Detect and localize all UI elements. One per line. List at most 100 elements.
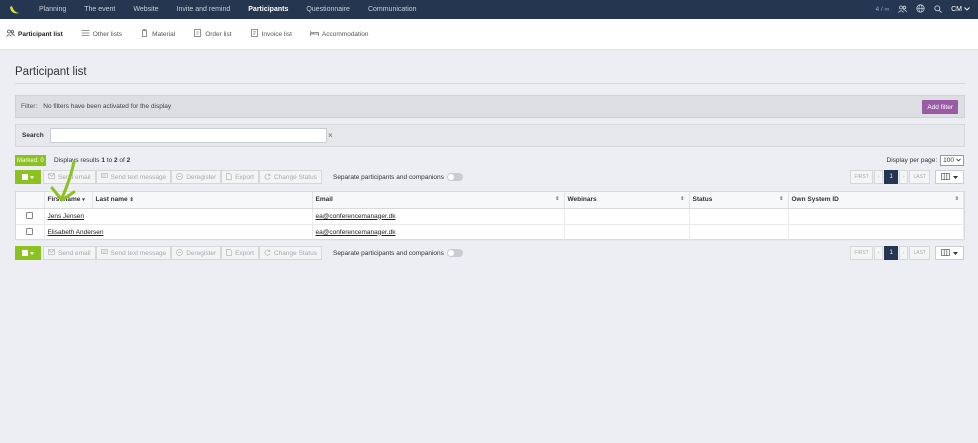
chevron-down-icon [964,6,970,13]
tab-invoice-list[interactable]: Invoice list [250,29,292,39]
per-page-control: Display per page: 100 [887,155,964,166]
export-label: Export [235,249,254,257]
column-chooser-button[interactable] [935,246,964,260]
nav-communication[interactable]: Communication [359,0,426,19]
select-all-dropdown[interactable] [15,246,41,260]
sort-icon: ⇕ [129,197,134,204]
table-row: Jens Jensen ea@conferencemanager.dk [16,208,964,225]
sort-icon: ⇕ [954,196,959,202]
search-label: Search [22,132,44,139]
per-page-label: Display per page: [886,157,938,164]
current-page[interactable]: 1 [884,246,898,260]
nav-invite-and-remind[interactable]: Invite and remind [168,0,240,19]
filter-status-text: No filters have been activated for the d… [43,103,172,110]
header-status[interactable]: Status ⇕ [689,192,789,209]
name-cell: Jens Jensen [44,208,313,225]
user-menu[interactable]: CM [951,6,970,13]
participant-name-link[interactable]: Elisabeth Andersen [48,229,104,236]
change-status-button[interactable]: Change Status [258,170,322,184]
tab-label: Other lists [92,30,123,38]
select-all-dropdown[interactable] [15,170,41,184]
send-email-button[interactable]: Send email [43,246,96,260]
clear-search-icon[interactable]: × [328,130,333,141]
filter-bar: Filter: No filters have been activated f… [15,95,965,118]
prev-page-button[interactable]: ‹ [873,246,884,260]
table-row: Elisabeth Andersen ea@conferencemanager.… [16,224,964,241]
message-icon [100,249,108,257]
user-initials: CM [951,6,962,13]
chevron-down-icon [956,157,961,164]
next-page-button[interactable]: › [898,246,909,260]
tab-other-lists[interactable]: Other lists [81,29,122,39]
header-label: Status [692,196,713,204]
export-button[interactable]: Export [221,170,259,184]
last-page-button[interactable]: LAST [909,246,930,260]
per-page-value: 100 [943,157,954,164]
deregister-button[interactable]: Deregister [171,246,222,260]
nav-questionnaire[interactable]: Questionnaire [297,0,359,19]
header-label: Last name [95,196,128,204]
header-email[interactable]: Email ⇕ [312,192,565,209]
nav-website[interactable]: Website [124,0,167,19]
results-of-word: of [117,157,127,164]
deregister-label: Deregister [186,249,217,257]
tab-participant-list[interactable]: Participant list [6,29,63,39]
deregister-button[interactable]: Deregister [171,170,222,184]
tab-label: Material [152,30,176,38]
header-label: Own System ID [791,196,839,204]
toggle-switch[interactable] [446,173,463,181]
sort-icon: ▾ [82,197,85,204]
bulk-actions-toolbar-bottom: Send email Send text message Deregister … [15,246,463,260]
bulk-actions-toolbar-top: Send email Send text message Deregister … [15,170,463,184]
header-own-system-id[interactable]: Own System ID ⇕ [788,192,964,209]
row-checkbox[interactable] [26,227,34,235]
nav-the-event[interactable]: The event [75,0,124,19]
status-cell [689,208,789,225]
send-text-message-button[interactable]: Send text message [95,246,172,260]
tab-accommodation[interactable]: Accommodation [310,29,369,39]
participant-email-link[interactable]: ea@conferencemanager.dk [316,229,396,236]
bed-icon [310,29,319,39]
status-cell [689,224,789,241]
prev-page-button[interactable]: ‹ [873,170,884,184]
pagination-top: FIRST ‹ 1 › LAST [850,170,964,184]
refresh-icon [264,249,271,258]
send-text-message-button[interactable]: Send text message [95,170,172,184]
add-filter-button[interactable]: Add filter [922,100,958,114]
toggle-switch[interactable] [446,249,463,257]
per-page-select[interactable]: 100 [940,155,964,166]
caret-down-icon [30,251,34,255]
invoice-icon [250,29,259,39]
next-page-button[interactable]: › [898,170,909,184]
header-webinars[interactable]: Webinars ⇕ [564,192,690,209]
separate-companions-toggle[interactable]: Separate participants and companions [333,173,463,181]
search-icon[interactable] [934,4,942,15]
export-button[interactable]: Export [221,246,259,260]
nav-participants[interactable]: Participants [239,0,297,19]
separate-companions-toggle[interactable]: Separate participants and companions [333,249,463,257]
participant-email-link[interactable]: ea@conferencemanager.dk [316,213,396,220]
message-icon [100,173,108,181]
current-page[interactable]: 1 [884,170,898,184]
row-checkbox[interactable] [26,211,34,219]
change-status-button[interactable]: Change Status [258,246,322,260]
search-input[interactable] [49,128,327,143]
tab-material[interactable]: Material [140,29,175,39]
first-page-button[interactable]: FIRST [850,170,873,184]
results-total: 2 [126,157,131,164]
name-cell: Elisabeth Andersen [44,224,313,241]
last-page-button[interactable]: LAST [909,170,930,184]
header-last-name[interactable]: Last name ⇕ [92,192,313,209]
first-page-button[interactable]: FIRST [850,246,873,260]
tab-label: Order list [205,30,232,38]
participant-name-link[interactable]: Jens Jensen [48,213,85,220]
globe-icon[interactable] [916,4,925,15]
logo-icon[interactable] [0,0,30,19]
users-icon[interactable] [898,5,908,15]
list-icon [81,29,90,39]
refresh-icon [264,173,271,182]
columns-icon [941,248,950,258]
column-chooser-button[interactable] [935,170,964,184]
tab-order-list[interactable]: Order list [193,29,232,39]
nav-planning[interactable]: Planning [30,0,75,19]
